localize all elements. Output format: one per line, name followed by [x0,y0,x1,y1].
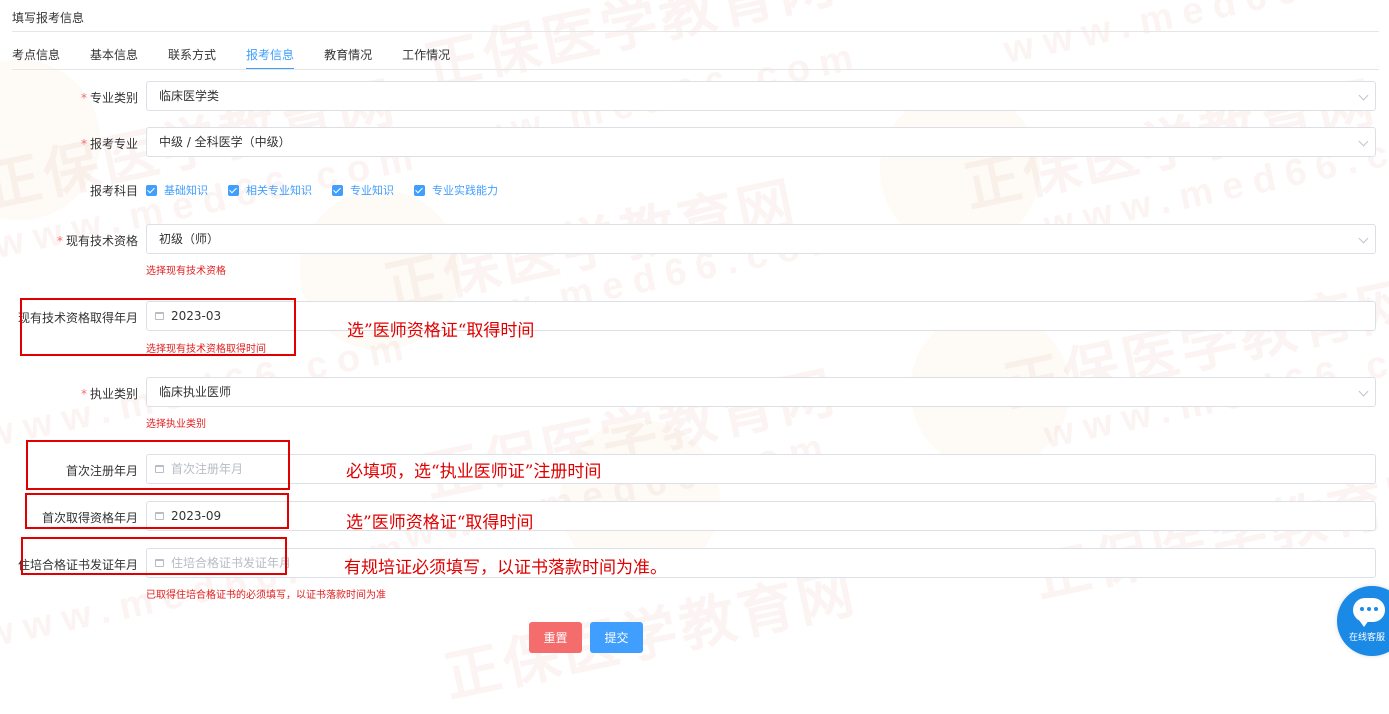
tab-application-info[interactable]: 报考信息 [246,46,295,70]
submit-button[interactable]: 提交 [590,622,643,653]
watermark-text: www.med66.com [1000,0,1389,72]
select-value: 中级 / 全科医学（中级） [159,135,291,149]
label-text: 执业类别 [89,387,138,401]
calendar-icon [155,312,164,320]
required-mark: * [80,387,87,401]
residency-cert-date-label: 住培合格证书发证年月 [17,558,138,572]
date-value: 2023-09 [171,509,222,523]
major-select[interactable]: 中级 / 全科医学（中级） [146,127,1376,157]
tab-contact[interactable]: 联系方式 [168,46,216,68]
chevron-down-icon [1358,136,1369,147]
subjects-checkbox-group: 基础知识 相关专业知识 专业知识 专业实践能力 [146,182,518,198]
major-category-label: * 专业类别 [12,89,138,106]
watermark-text: 正保医学教育网 [418,359,843,509]
required-mark: * [80,91,87,105]
checkbox-label: 专业实践能力 [432,184,498,197]
first-registration-date-picker[interactable]: 首次注册年月 [146,454,1376,484]
calendar-icon [155,559,164,567]
required-mark: * [80,137,87,151]
major-category-select[interactable]: 临床医学类 [146,81,1376,111]
subject-checkbox-related[interactable]: 相关专业知识 [228,182,312,198]
chevron-down-icon [1358,233,1369,244]
chevron-down-icon [1358,386,1369,397]
tab-education[interactable]: 教育情况 [324,46,372,68]
online-service-button[interactable]: 在线客服 [1337,586,1389,656]
subject-checkbox-basic[interactable]: 基础知识 [146,182,208,198]
current-qualification-label: * 现有技术资格 [12,232,138,249]
tab-basic-info[interactable]: 基本信息 [90,46,138,68]
current-qualification-error: 选择现有技术资格 [146,266,226,277]
qualification-date-label: 现有技术资格取得年月 [17,311,138,325]
practice-category-select[interactable]: 临床执业医师 [146,377,1376,407]
checkbox-checked-icon [414,184,425,196]
checkbox-checked-icon [228,184,239,196]
residency-cert-date-picker[interactable]: 住培合格证书发证年月 [146,548,1376,578]
online-service-label: 在线客服 [1349,633,1386,643]
checkbox-checked-icon [332,184,343,196]
select-value: 初级（师） [159,232,220,246]
date-value: 2023-03 [171,309,222,323]
checkbox-checked-icon [146,184,157,196]
label-text: 现有技术资格 [65,234,138,248]
reset-button[interactable]: 重置 [529,622,582,653]
practice-category-error: 选择执业类别 [146,419,206,430]
calendar-icon [155,465,164,473]
tab-bar: 考点信息 基本信息 联系方式 报考信息 教育情况 工作情况 [12,46,480,70]
major-label: * 报考专业 [12,135,138,152]
tabs-divider [12,69,1379,70]
subjects-label: 报考科目 [89,184,138,198]
checkbox-label: 专业知识 [350,184,394,197]
title-divider [12,31,1379,32]
select-value: 临床医学类 [159,89,220,103]
residency-cert-date-hint: 已取得住培合格证书的必须填写，以证书落款时间为准 [146,590,386,601]
select-value: 临床执业医师 [159,385,232,399]
tab-exam-site[interactable]: 考点信息 [12,46,60,68]
required-mark: * [56,234,63,248]
chevron-down-icon [1358,90,1369,101]
annotation-note: 选”医师资格证“取得时间 [346,513,534,533]
practice-category-label: * 执业类别 [12,385,138,402]
label-text: 报考专业 [89,137,138,151]
first-qualification-date-picker[interactable]: 2023-09 [146,501,1376,531]
date-placeholder: 首次注册年月 [171,462,244,476]
tab-work[interactable]: 工作情况 [402,46,450,68]
checkbox-label: 基础知识 [164,184,208,197]
label-text: 专业类别 [89,91,138,105]
chat-dots-icon [1360,607,1381,611]
annotation-note: 选”医师资格证“取得时间 [347,321,535,341]
current-qualification-select[interactable]: 初级（师） [146,224,1376,254]
checkbox-label: 相关专业知识 [246,184,312,197]
first-qualification-label: 首次取得资格年月 [41,511,138,525]
first-registration-label: 首次注册年月 [65,464,138,478]
qualification-date-error: 选择现有技术资格取得时间 [146,344,266,355]
calendar-icon [155,512,164,520]
date-placeholder: 住培合格证书发证年月 [171,556,292,570]
page-title: 填写报考信息 [12,11,85,25]
subject-checkbox-professional[interactable]: 专业知识 [332,182,394,198]
annotation-note: 必填项，选“执业医师证”注册时间 [346,462,602,482]
watermark-text: www.med66.com [400,425,837,557]
subject-checkbox-practice[interactable]: 专业实践能力 [414,182,498,198]
annotation-note: 有规培证必须填写，以证书落款时间为准。 [344,558,667,578]
qualification-date-picker[interactable]: 2023-03 [146,301,1376,331]
